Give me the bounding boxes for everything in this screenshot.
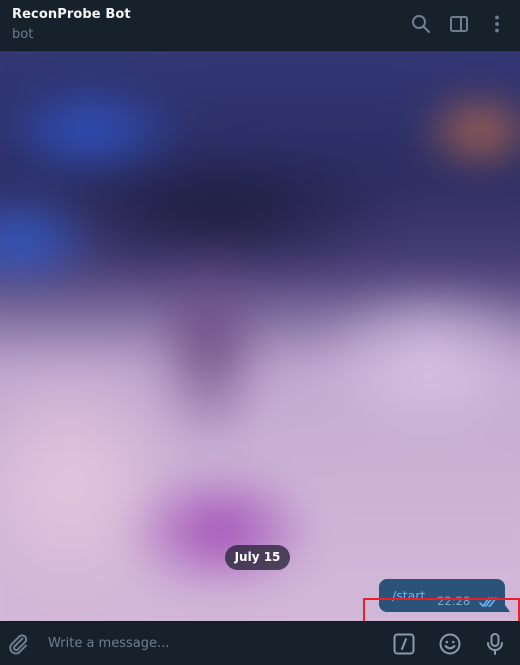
outgoing-message[interactable]: /start 22:28 (379, 579, 505, 612)
more-vertical-icon[interactable] (485, 12, 509, 36)
search-icon[interactable] (409, 12, 433, 36)
chat-header: ReconProbe Bot bot (0, 0, 520, 51)
read-checkmarks-icon (478, 594, 498, 608)
message-input[interactable] (48, 630, 368, 656)
sidebar-toggle-icon[interactable] (447, 12, 471, 36)
attach-icon[interactable] (6, 632, 30, 656)
chat-wallpaper (0, 51, 520, 621)
chat-title[interactable]: ReconProbe Bot (12, 7, 131, 22)
message-time: 22:28 (437, 594, 471, 608)
composer-bar (0, 621, 520, 665)
bot-command-link[interactable]: /start (392, 588, 425, 603)
microphone-icon[interactable] (483, 632, 507, 656)
message-tail (503, 602, 510, 612)
telegram-chat-window: ReconProbe Bot bot July 15 /start 22:28 (0, 0, 520, 665)
bot-commands-icon[interactable] (392, 632, 416, 656)
message-area[interactable]: July 15 /start 22:28 (0, 51, 520, 621)
date-separator: July 15 (225, 545, 290, 570)
emoji-icon[interactable] (438, 632, 462, 656)
chat-subtitle: bot (12, 27, 34, 42)
